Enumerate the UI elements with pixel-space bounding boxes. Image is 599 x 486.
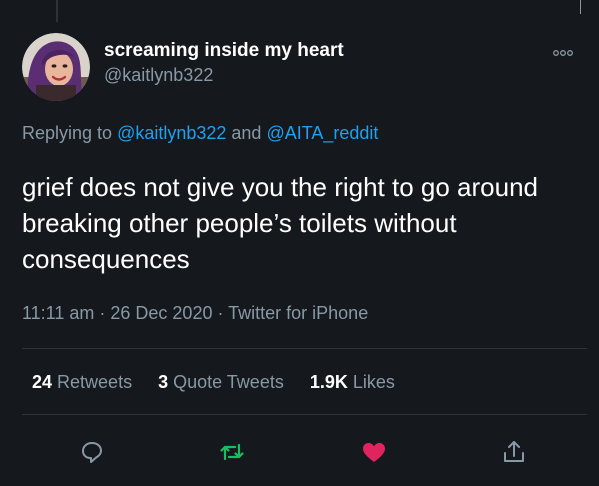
meta-separator-1: · [94, 303, 111, 323]
quote-tweets-label: Quote Tweets [168, 372, 284, 392]
quote-tweets-stat[interactable]: 3 Quote Tweets [158, 372, 284, 393]
more-icon[interactable] [553, 45, 573, 56]
avatar-image [22, 33, 90, 101]
engagement-stats: 24 Retweets 3 Quote Tweets 1.9K Likes [32, 372, 395, 393]
like-icon[interactable] [360, 438, 388, 466]
tweet: screaming inside my heart @kaitlynb322 R… [0, 0, 599, 486]
retweets-label: Retweets [52, 372, 133, 392]
tweet-date[interactable]: 26 Dec 2020 [110, 303, 212, 323]
meta-separator-2: · [212, 303, 229, 323]
retweets-stat[interactable]: 24 Retweets [32, 372, 132, 393]
share-icon[interactable] [500, 438, 528, 466]
tweet-time[interactable]: 11:11 am [22, 303, 94, 323]
avatar[interactable] [22, 33, 90, 101]
tweet-source[interactable]: Twitter for iPhone [228, 303, 368, 323]
likes-label: Likes [347, 372, 395, 392]
likes-stat[interactable]: 1.9K Likes [310, 372, 395, 393]
tweet-metadata: 11:11 am · 26 Dec 2020 · Twitter for iPh… [22, 303, 368, 324]
retweets-count: 24 [32, 372, 53, 392]
replying-to-prefix: Replying to [22, 123, 118, 143]
reply-icon[interactable] [78, 438, 106, 466]
mention-link-1[interactable]: @kaitlynb322 [117, 123, 226, 143]
divider-bottom [22, 414, 587, 415]
replying-to: Replying to @kaitlynb322 and @AITA_reddi… [22, 123, 378, 144]
divider-top [22, 348, 587, 349]
quote-tweets-count: 3 [158, 372, 169, 392]
user-handle[interactable]: @kaitlynb322 [104, 63, 344, 87]
likes-count: 1.9K [309, 372, 348, 392]
tweet-text: grief does not give you the right to go … [22, 172, 539, 274]
author-names: screaming inside my heart @kaitlynb322 [104, 39, 344, 87]
tweet-header: screaming inside my heart @kaitlynb322 [22, 33, 344, 101]
display-name[interactable]: screaming inside my heart [104, 39, 344, 63]
mention-link-2[interactable]: @AITA_reddit [266, 123, 378, 143]
replying-to-joiner: and [226, 123, 267, 143]
action-bar [78, 438, 528, 466]
retweet-icon[interactable] [218, 438, 246, 466]
